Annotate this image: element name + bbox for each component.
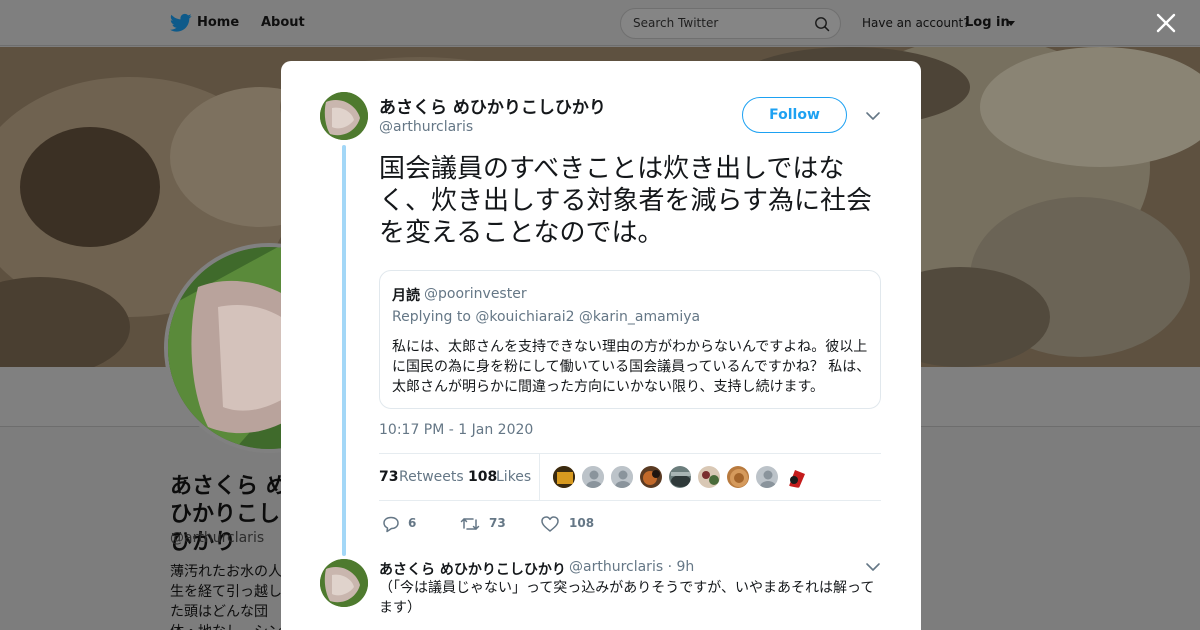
follow-button[interactable]: Follow: [742, 97, 847, 133]
quote-author-handle: @poorinvester: [424, 286, 527, 302]
liker-avatar[interactable]: [668, 465, 692, 489]
reply-count: 6: [408, 516, 417, 530]
quote-replying-to: Replying to @kouichiarai2 @karin_amamiya: [392, 309, 701, 325]
liker-avatar[interactable]: [784, 465, 808, 489]
quote-author-name: 月読: [392, 288, 420, 304]
liker-avatar[interactable]: [552, 465, 576, 489]
caret-down-icon[interactable]: [1007, 21, 1015, 26]
quote-text: 私には、太郎さんを支持できない理由の方がわからないんですよね。彼以上に国民の為に…: [392, 339, 871, 395]
quoted-tweet[interactable]: 月読 @poorinvester Replying to @kouichiara…: [379, 270, 881, 409]
reply-author-avatar[interactable]: [320, 559, 368, 607]
likes-label[interactable]: Likes: [496, 469, 531, 485]
liker-avatar[interactable]: [755, 465, 779, 489]
liker-avatar[interactable]: [697, 465, 721, 489]
liker-avatar[interactable]: [581, 465, 605, 489]
profile-handle: @arthurclaris: [170, 530, 265, 546]
nav-home-link[interactable]: Home: [197, 15, 239, 30]
likes-count[interactable]: 108: [468, 469, 497, 485]
have-account-text: Have an account?: [862, 16, 970, 30]
chevron-down-icon[interactable]: [865, 108, 881, 124]
reply-text: （「今は議員じゃない」って突っ込みがありそうですが、いやまあそれは解ってます）: [379, 580, 875, 616]
tweet-modal: あさくら めひかりこしひかり @arthurclaris Follow 国会議員…: [281, 61, 921, 630]
retweets-count[interactable]: 73: [379, 469, 398, 485]
reply-author-name[interactable]: あさくら めひかりこしひかり: [379, 559, 566, 579]
like-count: 108: [569, 516, 595, 530]
twitter-bird-icon[interactable]: [170, 13, 192, 33]
thread-connector-line: [342, 145, 346, 556]
author-handle[interactable]: @arthurclaris: [379, 119, 473, 135]
tweet-text: 国会議員のすべきことは炊き出しではなく、炊き出しする対象者を減らす為に社会を変え…: [379, 154, 872, 248]
close-icon[interactable]: [1155, 12, 1177, 34]
reply-author-handle[interactable]: @arthurclaris · 9h: [569, 559, 694, 575]
login-link[interactable]: Log in: [965, 15, 1010, 30]
chevron-down-icon[interactable]: [865, 559, 881, 575]
tweet-actions: 6 73 108: [379, 512, 881, 536]
nav-about-link[interactable]: About: [261, 15, 305, 30]
search-icon[interactable]: [814, 16, 830, 32]
liker-avatar[interactable]: [726, 465, 750, 489]
profile-bio: 薄汚れたお水の人生を経て引っ越した頭はどんな団体・地なし。シン死を主: [170, 564, 282, 630]
stats-divider: [539, 454, 540, 500]
retweets-label[interactable]: Retweets: [399, 469, 464, 485]
retweet-count: 73: [489, 516, 506, 530]
tweet-stats: 73 Retweets 108 Likes: [379, 453, 881, 501]
author-name[interactable]: あさくら めひかりこしひかり: [379, 93, 606, 118]
heart-icon[interactable]: [540, 514, 560, 534]
search-input[interactable]: [633, 16, 803, 30]
tweet-timestamp[interactable]: 10:17 PM - 1 Jan 2020: [379, 422, 533, 438]
search-box[interactable]: [620, 8, 841, 39]
top-navigation-bar: Home About Have an account? Log in: [0, 0, 1200, 46]
author-avatar[interactable]: [320, 92, 368, 140]
liker-avatar[interactable]: [610, 465, 634, 489]
liker-avatar[interactable]: [639, 465, 663, 489]
reply-icon[interactable]: [381, 514, 401, 534]
retweet-icon[interactable]: [460, 514, 480, 534]
